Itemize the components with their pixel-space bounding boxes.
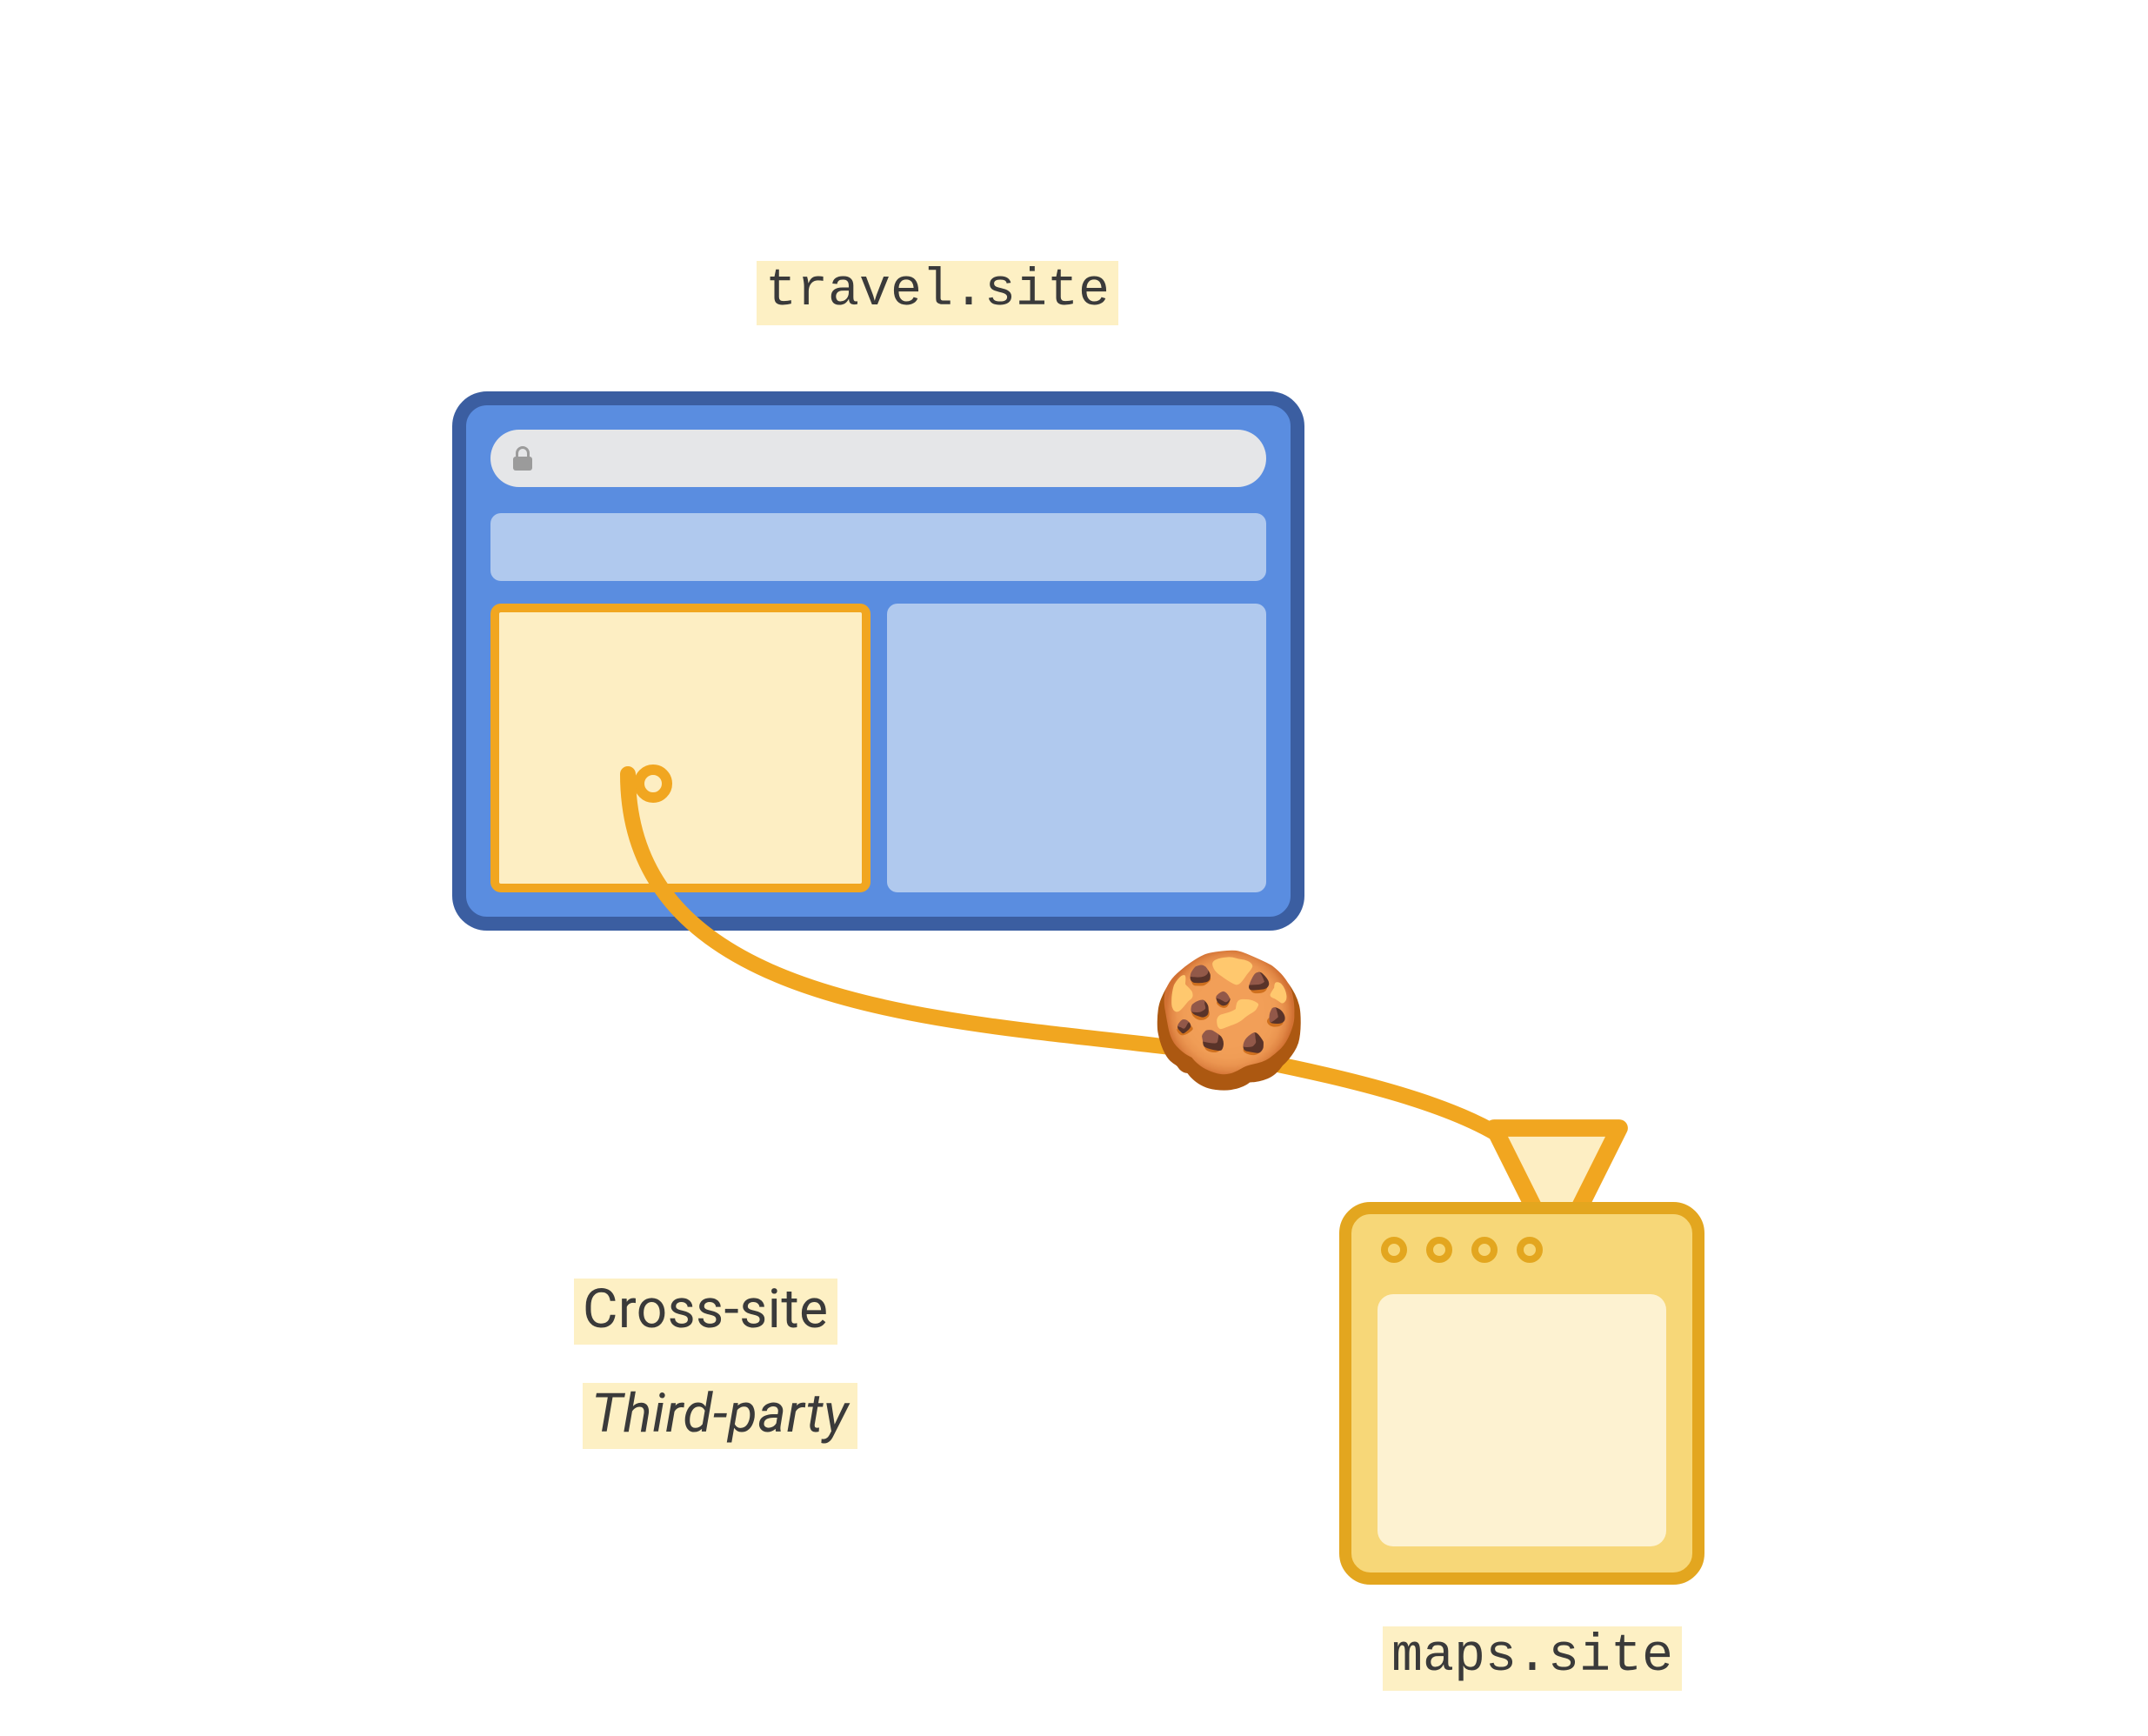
window-dot — [1517, 1237, 1543, 1263]
server-window-dots — [1381, 1237, 1543, 1263]
label-cross-site: Cross-site — [574, 1279, 837, 1345]
label-third-party: Third-party — [583, 1383, 857, 1449]
server-content-area — [1378, 1294, 1666, 1546]
connection-origin-dot — [634, 765, 672, 803]
lock-icon — [513, 446, 532, 471]
cookie-icon: 🍪 — [1148, 965, 1311, 1096]
window-dot — [1426, 1237, 1452, 1263]
browser-side-panel — [887, 604, 1266, 892]
label-bottom-site: maps.site — [1383, 1626, 1682, 1691]
browser-header-bar — [490, 513, 1266, 581]
browser-window — [452, 391, 1304, 931]
window-dot — [1471, 1237, 1498, 1263]
window-dot — [1381, 1237, 1407, 1263]
embedded-iframe-panel — [490, 604, 871, 892]
url-bar — [490, 430, 1266, 487]
server-window — [1339, 1202, 1704, 1585]
label-top-site: travel.site — [757, 261, 1118, 325]
